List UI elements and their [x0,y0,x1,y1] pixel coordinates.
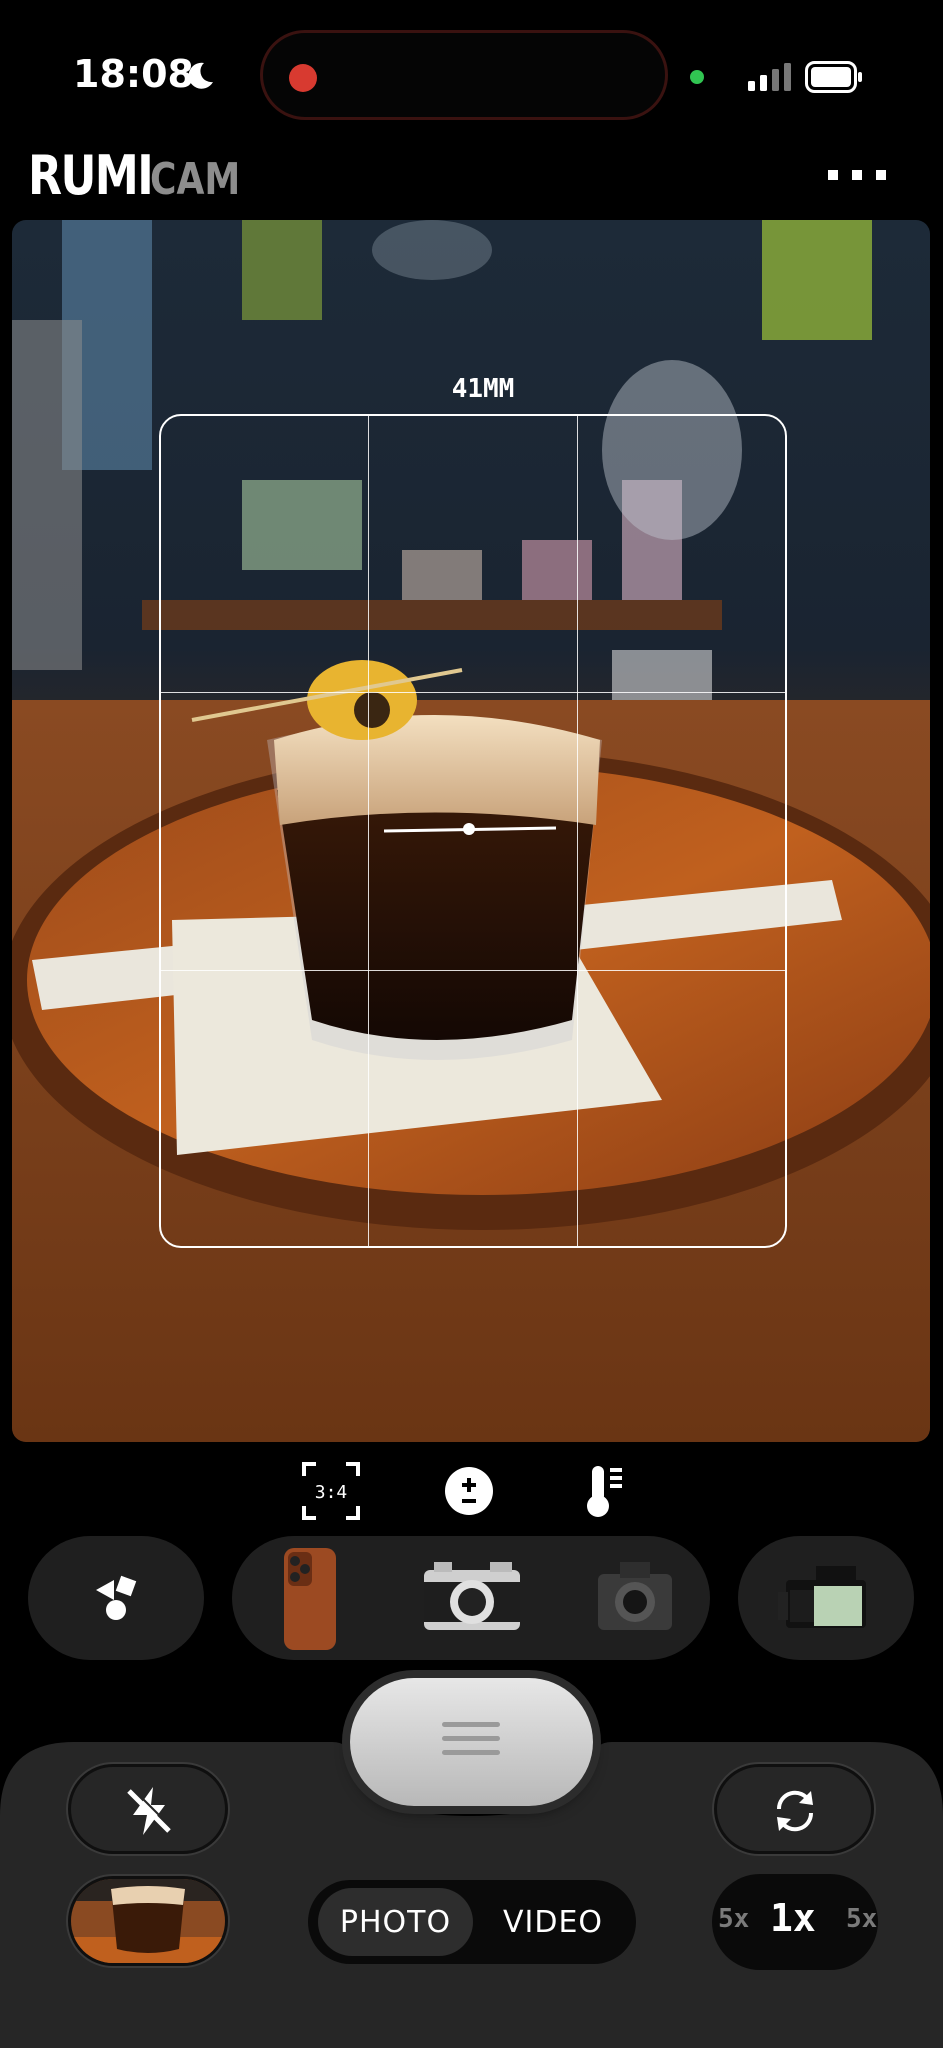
status-bar: 18:08 [0,0,943,130]
dot-icon [828,170,838,180]
menu-lines-icon [442,1722,500,1764]
aspect-ratio-button[interactable]: 3:4 [300,1460,362,1522]
horizon-level-center-icon [463,823,475,835]
moon-icon [188,62,213,89]
camera-presets-selector[interactable] [232,1536,710,1660]
flash-toggle-button[interactable] [68,1764,228,1854]
focal-length-label: 41MM [451,374,515,404]
filters-button[interactable] [28,1536,204,1660]
grid-line [577,414,578,1248]
rangefinder-camera-preset-icon[interactable] [420,1558,524,1636]
more-options-button[interactable] [828,160,886,190]
last-photo-thumbnail[interactable] [68,1876,228,1966]
dslr-camera-preset-icon[interactable] [594,1556,676,1636]
capture-mode-switch: PHOTO VIDEO [308,1880,636,1964]
shutter-button[interactable] [350,1678,593,1806]
grid-line [368,414,369,1248]
photo-mode-tab[interactable]: PHOTO [318,1888,473,1956]
flash-off-icon [127,1787,173,1835]
film-canister-icon [778,1566,866,1628]
film-roll-button[interactable] [738,1536,914,1660]
cellular-signal-icon [748,63,791,91]
shapes-icon [96,1575,137,1620]
status-time: 18:08 [73,52,194,96]
white-balance-thermometer-button[interactable] [572,1460,634,1522]
camera-viewfinder[interactable]: 41MM [12,220,930,1442]
app-logo-subtitle: CAM [150,154,241,205]
flip-camera-button[interactable] [714,1764,874,1854]
app-logo-title: RUMI [28,144,154,207]
grid-line [159,970,787,971]
phone-camera-preset-icon[interactable] [282,1546,338,1652]
zoom-option-right[interactable]: 5x [846,1904,877,1934]
dot-icon [876,170,886,180]
exposure-button[interactable] [438,1460,500,1522]
photo-thumbnail-image [71,1879,225,1963]
video-mode-tab[interactable]: VIDEO [478,1888,628,1956]
grid-line [159,692,787,693]
zoom-option-left[interactable]: 5x [718,1904,749,1934]
dot-icon [852,170,862,180]
camera-in-use-indicator-icon [690,70,704,84]
battery-icon [805,61,862,93]
zoom-selector[interactable]: 5x 1x 5x [712,1874,878,1970]
zoom-current[interactable]: 1x [770,1896,816,1940]
aspect-ratio-label: 3:4 [315,1482,348,1503]
recording-indicator-icon [289,64,317,92]
dynamic-island [260,30,668,120]
rotate-camera-icon [776,1790,814,1832]
